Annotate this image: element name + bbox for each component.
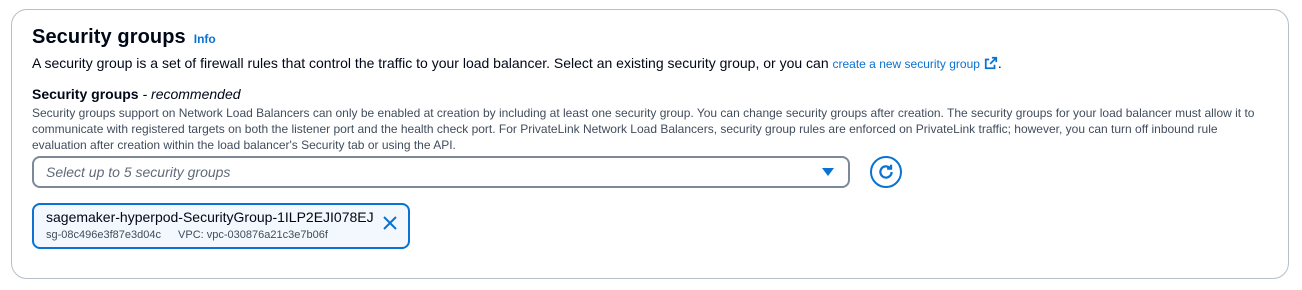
select-placeholder: Select up to 5 security groups [46, 164, 231, 180]
token-id: sg-08c496e3f87e3d04c [46, 229, 161, 241]
refresh-button[interactable] [870, 156, 902, 188]
security-groups-select[interactable]: Select up to 5 security groups [32, 156, 850, 188]
section-header: Security groups Info A security group is… [32, 26, 1272, 71]
description-text: A security group is a set of firewall ru… [32, 55, 829, 71]
close-icon[interactable] [382, 215, 398, 231]
selected-security-group-token: sagemaker-hyperpod-SecurityGroup-1ILP2EJ… [32, 203, 410, 249]
token-name: sagemaker-hyperpod-SecurityGroup-1ILP2EJ… [46, 209, 374, 225]
security-groups-panel: Security groups Info A security group is… [11, 9, 1289, 279]
token-vpc: VPC: vpc-030876a21c3e7b06f [178, 229, 328, 241]
field-description: Security groups support on Network Load … [32, 106, 1255, 152]
description-end: . [997, 55, 1002, 71]
field-label-text: Security groups [32, 86, 139, 102]
create-security-group-link[interactable]: create a new security group [833, 57, 980, 71]
refresh-icon [879, 164, 893, 179]
field-label-suffix: - recommended [142, 86, 241, 102]
info-link[interactable]: Info [194, 32, 216, 46]
title-row: Security groups Info [32, 26, 1272, 49]
section-title: Security groups [32, 26, 186, 48]
token-meta: sg-08c496e3f87e3d04c VPC: vpc-030876a21c… [46, 229, 408, 241]
external-link-icon[interactable] [984, 56, 998, 70]
caret-down-icon [822, 168, 834, 176]
field-label: Security groups - recommended [32, 86, 1272, 102]
security-groups-field: Security groups - recommended Security g… [32, 86, 1272, 153]
section-description: A security group is a set of firewall ru… [32, 55, 1272, 71]
